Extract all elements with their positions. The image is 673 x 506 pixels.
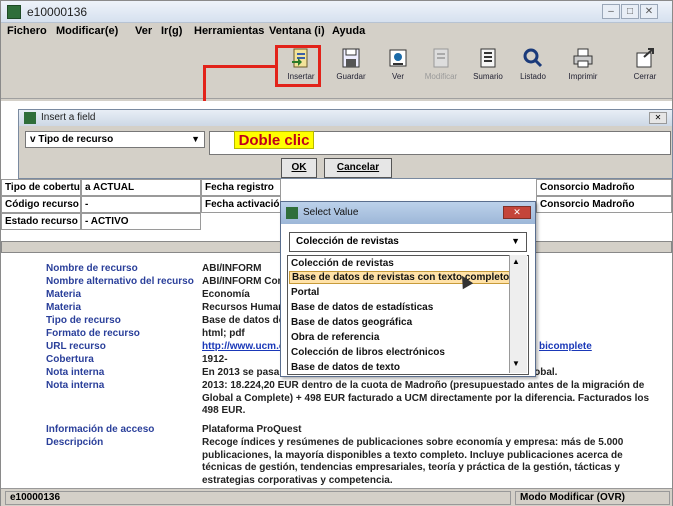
list-item[interactable]: Obra de referencia xyxy=(291,332,379,343)
value-combo[interactable]: Colección de revistas ▼ xyxy=(289,232,527,252)
menu-ventana[interactable]: Ventana (i) xyxy=(269,25,325,37)
search-icon xyxy=(522,47,544,69)
detail-value: Economía xyxy=(202,289,250,300)
modify-icon xyxy=(430,47,452,69)
detail-label: Materia xyxy=(46,289,82,300)
chevron-down-icon: ▼ xyxy=(191,134,200,144)
detail-label: Cobertura xyxy=(46,354,94,365)
detail-value: 1912- xyxy=(202,354,228,365)
cancel-button[interactable]: Cancelar xyxy=(324,158,392,178)
annotation-line xyxy=(203,65,276,68)
grid-value[interactable]: a ACTUAL xyxy=(81,179,201,196)
detail-label: Tipo de recurso xyxy=(46,315,121,326)
detail-value: Recursos Human xyxy=(202,302,285,313)
annotation-box xyxy=(275,45,321,87)
url-link-tail[interactable]: bicomplete xyxy=(539,341,592,352)
summary-button[interactable]: Sumario xyxy=(466,47,510,95)
view-button[interactable]: Ver xyxy=(376,47,420,95)
grid-label: Fecha registro xyxy=(201,179,281,196)
list-item-highlighted[interactable]: Base de datos de revistas con texto comp… xyxy=(289,271,513,284)
close-icon xyxy=(634,47,656,69)
list-item[interactable]: Base de datos geográfica xyxy=(291,317,412,328)
chevron-up-icon[interactable]: ▲ xyxy=(512,257,520,266)
list-item[interactable]: Base de datos de estadísticas xyxy=(291,302,433,313)
detail-value: Base de datos de xyxy=(202,315,285,326)
status-mode: Modo Modificar (OVR) xyxy=(515,491,670,505)
app-icon xyxy=(286,207,298,219)
list-item[interactable]: Colección de libros electrónicos xyxy=(291,347,445,358)
grid-label: Código recurso 4 xyxy=(1,196,81,213)
detail-label: Descripción xyxy=(46,437,104,448)
app-icon xyxy=(24,112,36,124)
detail-label: Formato de recurso xyxy=(46,328,140,339)
value-list: Colección de revistas Base de datos de r… xyxy=(287,255,529,375)
field-select[interactable]: v Tipo de recurso ▼ xyxy=(25,131,205,148)
app-icon xyxy=(7,5,21,19)
status-bar: e10000136 Modo Modificar (OVR) xyxy=(1,488,672,506)
view-icon xyxy=(387,47,409,69)
grid-value[interactable]: - ACTIVO xyxy=(81,213,201,230)
title-bar: e10000136 – □ ✕ xyxy=(1,1,672,23)
detail-label: URL recurso xyxy=(46,341,106,352)
detail-value: Plataforma ProQuest xyxy=(202,424,302,435)
dialog-title: Select Value xyxy=(303,207,359,218)
detail-value: html; pdf xyxy=(202,328,245,339)
detail-value: ABI/INFORM xyxy=(202,263,262,274)
grid-value[interactable]: Consorcio Madroño xyxy=(536,179,672,196)
menu-ayuda[interactable]: Ayuda xyxy=(332,25,365,37)
dialog-title: Insert a field xyxy=(41,112,96,123)
list-scrollbar[interactable]: ▲ ▼ xyxy=(509,255,527,373)
dialog-title-bar: Insert a field ✕ xyxy=(19,110,672,126)
print-button[interactable]: Imprimir xyxy=(561,47,605,95)
grid-label: Fecha activación xyxy=(201,196,281,213)
grid-label: Estado recurso xyxy=(1,213,81,230)
print-icon xyxy=(572,47,594,69)
grid-label: Tipo de cobertura xyxy=(1,179,81,196)
chevron-down-icon: ▼ xyxy=(511,236,520,246)
list-item[interactable]: Portal xyxy=(291,287,319,298)
insert-field-dialog: Insert a field ✕ v Tipo de recurso ▼ OK … xyxy=(18,109,673,179)
minimize-button[interactable]: – xyxy=(602,4,620,19)
detail-label: Nota interna xyxy=(46,367,105,378)
close-button[interactable]: ✕ xyxy=(503,206,531,219)
grid-value[interactable]: - xyxy=(81,196,201,213)
double-click-callout: Doble clic xyxy=(234,131,314,149)
description-text: Recoge índices y resúmenes de publicacio… xyxy=(202,437,624,486)
ok-button[interactable]: OK xyxy=(281,158,317,178)
detail-label: Materia xyxy=(46,302,82,313)
menu-modificar[interactable]: Modificar(e) xyxy=(56,25,118,37)
detail-value: ABI/INFORM Cor xyxy=(202,276,282,287)
close-window-button[interactable]: ✕ xyxy=(640,4,658,19)
save-button[interactable]: Guardar xyxy=(329,47,373,95)
detail-label: Nombre alternativo del recurso xyxy=(46,276,194,287)
list-item[interactable]: Colección de revistas xyxy=(291,258,394,269)
maximize-button[interactable]: □ xyxy=(621,4,639,19)
grid-value[interactable]: Consorcio Madroño xyxy=(536,196,672,213)
menu-fichero[interactable]: Fichero xyxy=(7,25,47,37)
url-link[interactable]: http://www.ucm.es xyxy=(202,341,290,352)
status-record: e10000136 xyxy=(5,491,511,505)
save-icon xyxy=(340,47,362,69)
menu-ir[interactable]: Ir(g) xyxy=(161,25,182,37)
detail-label: Nota interna xyxy=(46,380,105,391)
menu-bar: Fichero Modificar(e) Ver Ir(g) Herramien… xyxy=(1,23,672,41)
chevron-down-icon[interactable]: ▼ xyxy=(512,359,520,368)
detail-label: Nombre de recurso xyxy=(46,263,138,274)
dialog-close-button[interactable]: ✕ xyxy=(649,112,667,124)
list-button[interactable]: Listado xyxy=(511,47,555,95)
toolbar: Insertar Guardar Ver Modificar Sumario L… xyxy=(1,41,672,99)
main-window: e10000136 – □ ✕ Fichero Modificar(e) Ver… xyxy=(0,0,673,506)
close-button[interactable]: Cerrar xyxy=(623,47,667,95)
detail-label: Información de acceso xyxy=(46,424,155,435)
menu-ver[interactable]: Ver xyxy=(135,25,152,37)
modify-button[interactable]: Modificar xyxy=(419,47,463,95)
summary-icon xyxy=(477,47,499,69)
list-item[interactable]: Base de datos de texto xyxy=(291,362,400,373)
dialog-title-bar: Select Value ✕ xyxy=(281,202,535,224)
select-value-dialog: Select Value ✕ Colección de revistas ▼ C… xyxy=(280,201,536,377)
window-title: e10000136 xyxy=(27,5,88,19)
detail-value: 2013: 18.224,20 EUR dentro de la cuota d… xyxy=(202,380,650,416)
menu-herramientas[interactable]: Herramientas xyxy=(194,25,264,37)
